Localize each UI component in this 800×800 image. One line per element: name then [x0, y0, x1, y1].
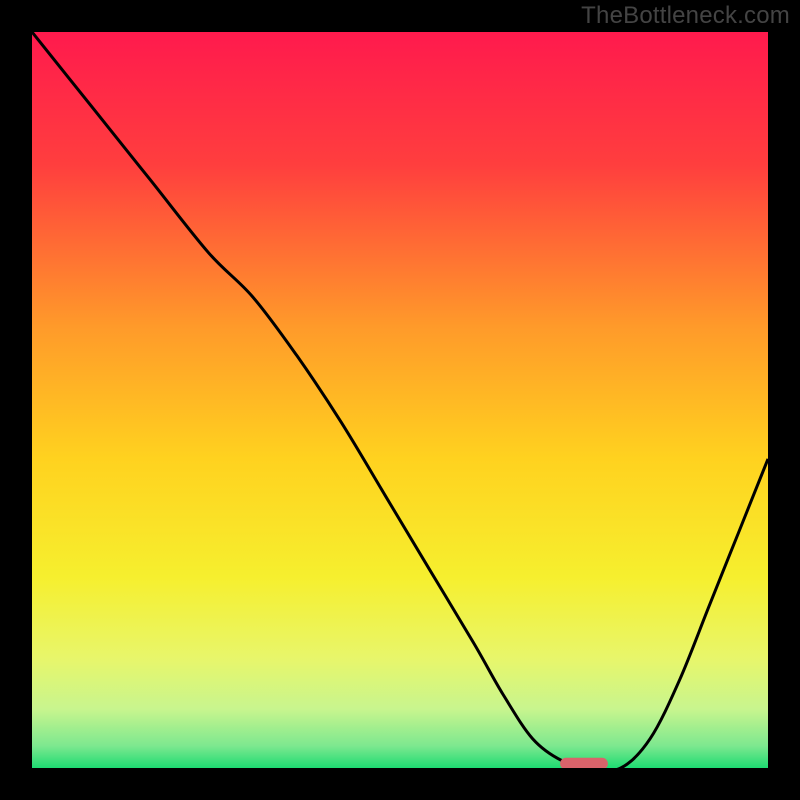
chart-overlay — [32, 32, 768, 768]
chart-frame: TheBottleneck.com — [0, 0, 800, 800]
watermark-text: TheBottleneck.com — [581, 2, 790, 30]
optimal-range-marker — [560, 758, 608, 768]
bottleneck-curve — [32, 32, 768, 768]
plot-area — [32, 32, 768, 768]
